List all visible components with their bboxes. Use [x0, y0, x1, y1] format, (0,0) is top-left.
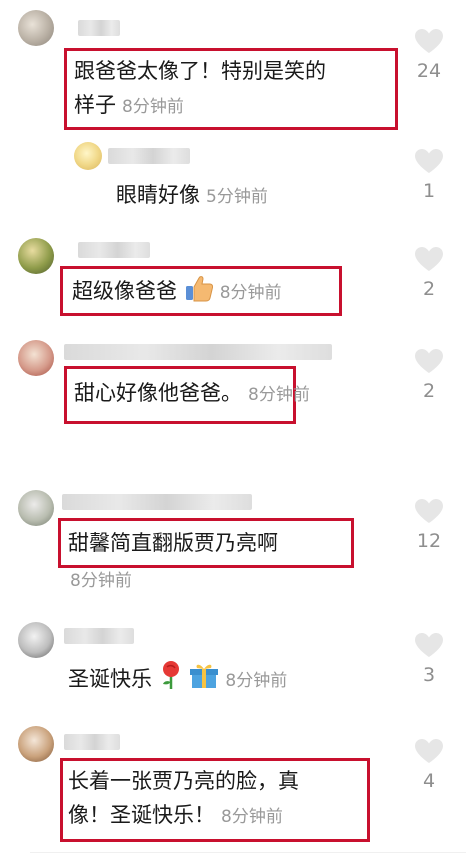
comment-text: 甜心好像他爸爸。 8分钟前: [74, 381, 310, 405]
comment-text: 眼睛好像 5分钟前: [116, 183, 268, 207]
comment-text: 跟爸爸太像了！特别是笑的 样子 8分钟前: [74, 59, 326, 117]
like-count: 3: [422, 664, 436, 686]
like-button[interactable]: 1: [409, 148, 449, 202]
thumbs-up-emoji: [185, 276, 213, 302]
like-button[interactable]: 4: [409, 738, 449, 792]
avatar[interactable]: [18, 726, 54, 762]
username-blurred[interactable]: [108, 148, 190, 164]
like-button[interactable]: 3: [409, 632, 449, 686]
comment-time: 8分钟前: [225, 671, 288, 691]
heart-icon: [415, 633, 443, 657]
like-button[interactable]: 24: [409, 28, 449, 82]
username-blurred[interactable]: [64, 734, 120, 750]
username-blurred[interactable]: [64, 344, 332, 360]
heart-icon: [415, 739, 443, 763]
comment-text: 甜馨简直翻版贾乃亮啊: [68, 531, 278, 555]
like-button[interactable]: 12: [409, 498, 449, 552]
like-count: 2: [422, 278, 436, 300]
comment-text: 超级像爸爸 8分钟前: [72, 274, 282, 310]
like-button[interactable]: 2: [409, 246, 449, 300]
bottom-divider: [30, 852, 466, 853]
avatar[interactable]: [18, 490, 54, 526]
comment-time: 8分钟前: [122, 97, 184, 117]
like-count: 24: [416, 60, 442, 82]
username-blurred[interactable]: [78, 242, 150, 258]
comment-text: 圣诞快乐 8分钟前: [68, 660, 287, 698]
comment-time: 5分钟前: [206, 187, 268, 207]
username-blurred[interactable]: [78, 20, 120, 36]
gift-emoji: [190, 664, 219, 688]
like-button[interactable]: 2: [409, 348, 449, 402]
heart-icon: [415, 29, 443, 53]
like-count: 12: [416, 530, 442, 552]
like-count: 2: [422, 380, 436, 402]
comment-text: 长着一张贾乃亮的脸，真 像！圣诞快乐！ 8分钟前: [68, 769, 299, 827]
comment-time: 8分钟前: [221, 807, 283, 827]
username-blurred[interactable]: [62, 494, 252, 510]
like-count: 1: [422, 180, 436, 202]
username-blurred[interactable]: [64, 628, 134, 644]
rose-emoji: [162, 661, 179, 689]
heart-icon: [415, 349, 443, 373]
avatar[interactable]: [18, 340, 54, 376]
comment-time: 8分钟前: [70, 571, 132, 591]
avatar[interactable]: [18, 622, 54, 658]
avatar[interactable]: [18, 10, 54, 46]
like-count: 4: [422, 770, 436, 792]
heart-icon: [415, 247, 443, 271]
comment-time: 8分钟前: [248, 385, 310, 405]
avatar[interactable]: [18, 238, 54, 274]
comment-time: 8分钟前: [219, 283, 282, 303]
heart-icon: [415, 499, 443, 523]
heart-icon: [415, 149, 443, 173]
avatar[interactable]: [74, 142, 102, 170]
